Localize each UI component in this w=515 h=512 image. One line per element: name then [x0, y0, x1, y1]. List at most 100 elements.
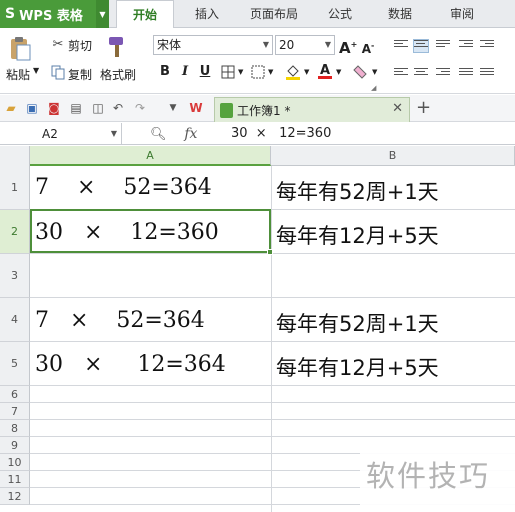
borders-dropdown-icon[interactable]: ▼ — [238, 68, 243, 76]
row-header-11[interactable]: 11 — [0, 471, 30, 488]
fill-color-dropdown-icon[interactable]: ▼ — [304, 68, 309, 76]
ribbon-toolbar: 粘贴 ▼ ✂ 剪切 复制 格式刷 宋体 ▼ 20 ▼ A+ A- B I U ▼ ▼… — [0, 28, 515, 94]
cell-a4[interactable]: 7 × 52=364 — [35, 308, 205, 333]
tab-home[interactable]: 开始 — [116, 0, 174, 29]
font-size-select[interactable]: 20 ▼ — [275, 35, 335, 55]
document-tab-title: 工作簿1 * — [237, 104, 291, 118]
export-pdf-icon[interactable]: ◙ — [46, 100, 62, 116]
justify-icon[interactable] — [459, 68, 473, 80]
undo-icon[interactable]: ↶ — [110, 100, 126, 116]
formula-tools: 🔍︎ fx — [150, 123, 197, 145]
row-header-12[interactable]: 12 — [0, 488, 30, 505]
fill-handle[interactable] — [267, 249, 273, 255]
row-header-6[interactable]: 6 — [0, 386, 30, 403]
merge-dropdown-icon[interactable]: ▼ — [268, 68, 273, 76]
app-menu-button[interactable]: S WPS 表格 — [0, 0, 96, 28]
zoom-search-icon[interactable]: 🔍︎ — [150, 127, 167, 142]
chevron-down-icon: ▼ — [262, 40, 269, 49]
name-box[interactable]: A2 ▼ — [0, 123, 122, 145]
app-name: WPS 表格 — [19, 8, 83, 24]
merge-cells-icon[interactable] — [250, 64, 266, 80]
copy-button[interactable]: 复制 — [68, 66, 92, 83]
redo-icon[interactable]: ↷ — [132, 100, 148, 116]
column-header-b[interactable]: B — [271, 146, 515, 166]
row-header-4[interactable]: 4 — [0, 298, 30, 342]
save-icon[interactable]: ▣ — [24, 100, 40, 116]
align-left-icon[interactable] — [394, 68, 408, 80]
watermark-text: 软件技巧 — [366, 459, 491, 493]
underline-button[interactable]: U — [196, 63, 214, 81]
document-tab[interactable]: 工作簿1 * ✕ — [214, 97, 410, 122]
cut-button[interactable]: 剪切 — [68, 37, 92, 54]
tab-formulas[interactable]: 公式 — [318, 0, 362, 28]
app-menu-dropdown-icon[interactable]: ▼ — [96, 0, 109, 28]
formula-bar: A2 ▼ 🔍︎ fx 30 × 12=360 — [0, 123, 515, 145]
spreadsheet-grid[interactable]: A B 1 2 3 4 5 6 7 8 9 10 11 12 7 × 52=36… — [0, 146, 515, 512]
row-header-5[interactable]: 5 — [0, 342, 30, 386]
format-painter-button[interactable]: 格式刷 — [100, 66, 136, 83]
fill-color-icon[interactable] — [284, 63, 302, 81]
bold-button[interactable]: B — [156, 63, 174, 81]
tab-data[interactable]: 数据 — [378, 0, 422, 28]
shrink-font-label: A — [361, 42, 371, 56]
clear-format-icon[interactable] — [352, 63, 370, 81]
scissors-icon[interactable]: ✂ — [50, 36, 66, 52]
row-header-2[interactable]: 2 — [0, 210, 30, 254]
copy-icon[interactable] — [50, 64, 66, 80]
open-folder-icon[interactable]: ▰ — [3, 100, 19, 116]
italic-button[interactable]: I — [176, 63, 194, 81]
row-header-9[interactable]: 9 — [0, 437, 30, 454]
align-middle-icon[interactable] — [413, 39, 429, 53]
decrease-indent-icon[interactable] — [459, 40, 473, 52]
tab-insert[interactable]: 插入 — [184, 0, 230, 28]
cell-b4[interactable]: 每年有52周+1天 — [276, 308, 439, 338]
align-right-icon[interactable] — [436, 68, 450, 80]
row-header-10[interactable]: 10 — [0, 454, 30, 471]
align-top-icon[interactable] — [394, 40, 408, 52]
font-dialog-launcher-icon[interactable]: ◢ — [371, 84, 376, 92]
font-color-icon[interactable]: A — [316, 62, 334, 80]
select-all-corner[interactable] — [0, 146, 30, 166]
font-color-dropdown-icon[interactable]: ▼ — [336, 68, 341, 76]
borders-icon[interactable] — [220, 64, 236, 80]
wps-home-icon[interactable]: W — [188, 100, 204, 116]
column-headers: A B — [0, 146, 515, 166]
customize-toolbar-icon[interactable]: ▼ — [165, 100, 181, 116]
new-tab-icon[interactable]: + — [416, 97, 431, 118]
paste-icon[interactable] — [6, 34, 34, 62]
grow-font-button[interactable]: A+ — [339, 36, 357, 57]
cell-b2[interactable]: 每年有12月+5天 — [276, 220, 439, 250]
print-icon[interactable]: ▤ — [68, 100, 84, 116]
align-bottom-icon[interactable] — [436, 40, 450, 52]
grow-font-label: A — [339, 39, 351, 57]
row-header-7[interactable]: 7 — [0, 403, 30, 420]
svg-text:A: A — [320, 63, 330, 78]
distributed-align-icon[interactable] — [480, 68, 494, 80]
shrink-font-button[interactable]: A- — [359, 37, 377, 56]
cell-a5[interactable]: 30 × 12=364 — [35, 352, 226, 377]
clear-format-dropdown-icon[interactable]: ▼ — [372, 68, 377, 76]
format-painter-icon[interactable] — [105, 34, 129, 60]
row-header-1[interactable]: 1 — [0, 166, 30, 210]
formula-input[interactable]: 30 × 12=360 — [231, 123, 331, 145]
active-cell-selection[interactable] — [30, 209, 273, 255]
cell-a1[interactable]: 7 × 52=364 — [35, 175, 212, 200]
print-preview-icon[interactable]: ◫ — [90, 100, 106, 116]
font-name-select[interactable]: 宋体 ▼ — [153, 35, 273, 55]
row-header-8[interactable]: 8 — [0, 420, 30, 437]
column-header-a[interactable]: A — [30, 146, 271, 166]
increase-indent-icon[interactable] — [480, 40, 494, 52]
font-size-value: 20 — [279, 38, 295, 52]
tab-review[interactable]: 审阅 — [440, 0, 484, 28]
table-row — [30, 386, 515, 403]
row-header-3[interactable]: 3 — [0, 254, 30, 298]
paste-dropdown-icon[interactable]: ▼ — [33, 66, 39, 75]
align-center-icon[interactable] — [414, 68, 428, 80]
cell-b5[interactable]: 每年有12月+5天 — [276, 352, 439, 382]
table-row — [30, 254, 515, 298]
paste-button[interactable]: 粘贴 — [6, 66, 30, 83]
tab-page-layout[interactable]: 页面布局 — [238, 0, 310, 28]
insert-function-icon[interactable]: fx — [184, 126, 197, 142]
cell-b1[interactable]: 每年有52周+1天 — [276, 176, 439, 206]
close-tab-icon[interactable]: ✕ — [392, 101, 403, 116]
